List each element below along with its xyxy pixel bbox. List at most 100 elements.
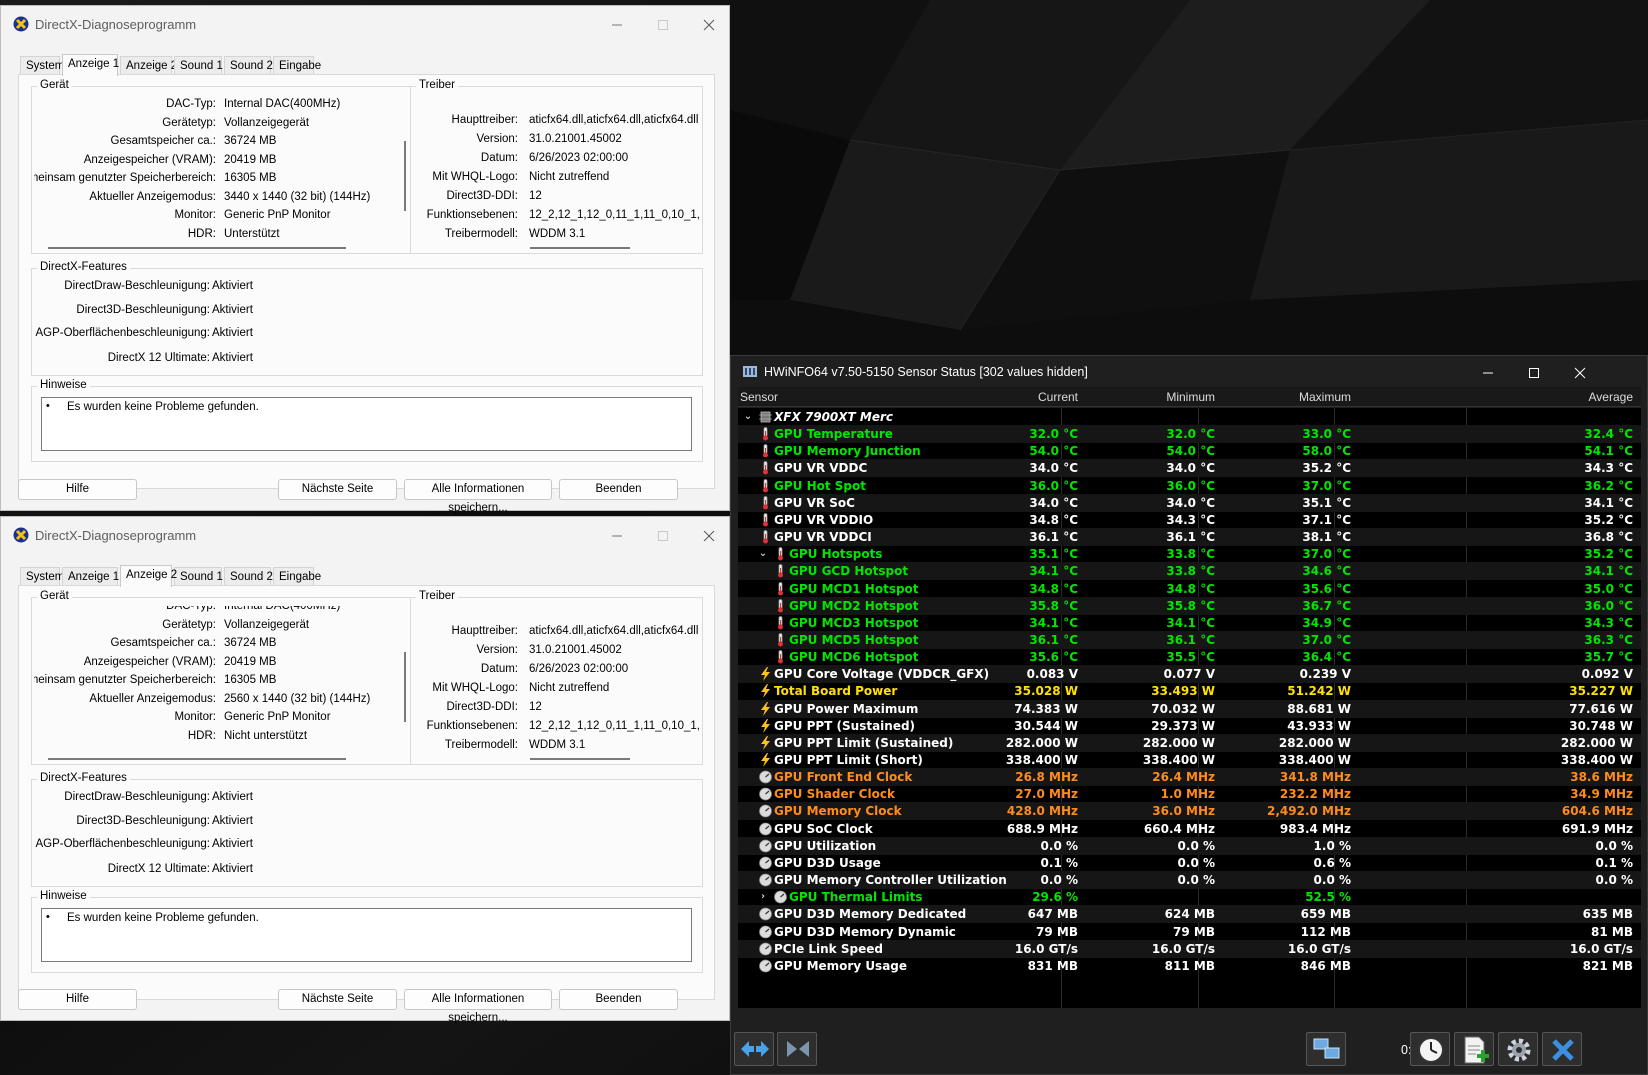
sensor-current-value: 0.1 % — [1040, 855, 1078, 870]
sensor-row[interactable]: GPU PPT Limit (Sustained) 282.000 W 282.00… — [738, 733, 1641, 752]
device-horizontal-scrollbar[interactable] — [48, 758, 346, 760]
tab-sound-1[interactable]: Sound 1 — [174, 56, 223, 75]
save-all-information-button[interactable]: Alle Informationen speichern... — [404, 479, 552, 514]
tab-sound-2[interactable]: Sound 2 — [224, 56, 273, 75]
sensor-row[interactable]: GPU VR VDDCI 36.1 °C 36.1 °C 38.1 °C 36.8 °C — [738, 528, 1641, 547]
notes-textbox[interactable]: • Es wurden keine Probleme gefunden. — [41, 397, 692, 451]
tab-anzeige-2[interactable]: Anzeige 2 — [120, 565, 177, 587]
notes-textbox[interactable]: • Es wurden keine Probleme gefunden. — [41, 908, 692, 962]
expand-chevron-icon[interactable]: › — [757, 888, 769, 906]
sensor-row[interactable]: PCIe Link Speed 16.0 GT/s 16.0 GT/s 16.0 GT… — [738, 939, 1641, 958]
collapse-arrows-button[interactable] — [777, 1032, 817, 1066]
device-horizontal-scrollbar[interactable] — [48, 247, 346, 249]
dxdiag-minimize-button[interactable] — [594, 523, 640, 549]
sensor-minimum-value: 36.0 MHz — [1152, 804, 1215, 819]
tab-anzeige-2[interactable]: Anzeige 2 — [120, 56, 177, 75]
sensor-row[interactable]: GPU Memory Junction 54.0 °C 54.0 °C 58.0 °C… — [738, 442, 1641, 460]
sensor-row[interactable]: GPU MCD5 Hotspot 36.1 °C 36.1 °C 37.0 °C 36.… — [738, 630, 1641, 649]
sensor-row[interactable]: GPU MCD6 Hotspot 35.6 °C 35.5 °C 36.4 °C 35.… — [738, 648, 1641, 666]
device-info-key: Gerätetyp: — [162, 618, 216, 631]
sensor-row[interactable]: GPU Utilization 0.0 % 0.0 % 1.0 % 0.0 % — [738, 836, 1641, 855]
sensor-row[interactable]: GPU PPT (Sustained) 30.544 W 29.373 W 43.93… — [738, 717, 1641, 735]
navigate-arrows-button[interactable] — [734, 1032, 774, 1066]
sensor-row[interactable]: GPU Temperature 32.0 °C 32.0 °C 33.0 °C 32.4… — [738, 425, 1641, 444]
sensor-row[interactable]: GPU MCD1 Hotspot 34.8 °C 34.8 °C 35.6 °C 35.… — [738, 580, 1641, 598]
settings-button[interactable] — [1498, 1032, 1538, 1066]
column-header-minimum[interactable]: Minimum — [1166, 390, 1215, 404]
tab-eingabe[interactable]: Eingabe — [273, 567, 321, 586]
sensor-row[interactable]: GPU VR VDDIO 34.8 °C 34.3 °C 37.1 °C 35.2 °C — [738, 511, 1641, 529]
sensor-row[interactable]: GPU Hot Spot 36.0 °C 36.0 °C 37.0 °C 36.2 °C — [738, 477, 1641, 495]
dxdiag-minimize-button[interactable] — [594, 12, 640, 38]
sensor-row[interactable]: GPU MCD2 Hotspot 35.8 °C 35.8 °C 36.7 °C 36.… — [738, 596, 1641, 615]
sensor-row[interactable]: GPU Memory Controller Utilization 0.0 % 0.… — [738, 871, 1641, 890]
sensor-row[interactable]: GPU D3D Memory Dedicated 647 MB 624 MB 659 … — [738, 905, 1641, 924]
sensor-row[interactable]: Total Board Power 35.028 W 33.493 W 51.242 … — [738, 682, 1641, 700]
driver-horizontal-scrollbar[interactable] — [530, 758, 630, 760]
exit-button[interactable] — [1542, 1032, 1582, 1066]
sensor-row[interactable]: GPU Memory Clock 428.0 MHz 36.0 MHz 2,492.0… — [738, 802, 1641, 821]
sensor-row[interactable]: GPU Power Maximum 74.383 W 70.032 W 88.681 … — [738, 699, 1641, 718]
device-vertical-scrollbar[interactable] — [404, 652, 406, 722]
logging-button[interactable] — [1454, 1032, 1494, 1066]
network-button[interactable] — [1306, 1032, 1346, 1066]
hwinfo-minimize-button[interactable] — [1465, 360, 1511, 386]
tab-anzeige-1[interactable]: Anzeige 1 — [62, 54, 119, 76]
column-header-average[interactable]: Average — [1589, 390, 1633, 404]
dxdiag-maximize-button[interactable] — [640, 12, 686, 38]
sensor-maximum-value: 88.681 W — [1287, 701, 1351, 716]
dxdiag-close-button[interactable] — [686, 12, 732, 38]
sensor-row[interactable]: GPU Memory Usage 831 MB 811 MB 846 MB 821 MB — [738, 957, 1641, 975]
sensor-row[interactable]: GPU MCD3 Hotspot 34.1 °C 34.1 °C 34.9 °C 34.… — [738, 614, 1641, 632]
sensor-average-value: 36.2 °C — [1584, 478, 1633, 493]
help-button[interactable]: Hilfe — [18, 479, 137, 500]
tab-system[interactable]: System — [20, 567, 64, 586]
dxdiag-close-button[interactable] — [686, 523, 732, 549]
sensor-row[interactable]: GPU GCD Hotspot 34.1 °C 33.8 °C 34.6 °C 34.1… — [738, 562, 1641, 581]
device-info-list[interactable]: DAC-Typ: Internal DAC(400MHz) Gerätetyp: Vo… — [34, 606, 386, 752]
exit-button[interactable]: Beenden — [559, 989, 678, 1010]
tab-eingabe[interactable]: Eingabe — [273, 56, 321, 75]
hwinfo-close-button[interactable] — [1557, 360, 1603, 386]
device-info-row: DAC-Typ: Internal DAC(400MHz) — [34, 606, 386, 616]
device-vertical-scrollbar[interactable] — [404, 141, 406, 211]
collapse-chevron-icon[interactable]: ⌄ — [742, 408, 754, 426]
driver-info-list[interactable]: Haupttreiber: aticfx64.dll,aticfx64.dll,a… — [413, 111, 699, 249]
column-header-maximum[interactable]: Maximum — [1299, 390, 1351, 404]
sensor-row[interactable]: GPU Core Voltage (VDDCR_GFX) 0.083 V 0.077… — [738, 665, 1641, 684]
sensor-current-value: 16.0 GT/s — [1014, 941, 1078, 956]
hwinfo-titlebar[interactable]: HWiNFO64 v7.50-5150 Sensor Status [302 v… — [731, 356, 1647, 388]
sensor-row[interactable]: GPU Front End Clock 26.8 MHz 26.4 MHz 341.8… — [738, 768, 1641, 787]
sensor-row[interactable]: › GPU Thermal Limits 29.6 % 52.5 % — [738, 888, 1641, 906]
hwinfo-maximize-button[interactable] — [1511, 360, 1557, 386]
sensor-row[interactable]: GPU PPT Limit (Short) 338.400 W 338.400 W 3… — [738, 751, 1641, 769]
tab-sound-1[interactable]: Sound 1 — [174, 567, 223, 586]
sensor-row[interactable]: GPU VR VDDC 34.0 °C 34.0 °C 35.2 °C 34.3 °C — [738, 459, 1641, 478]
collapse-chevron-icon[interactable]: ⌄ — [757, 545, 769, 563]
column-header-current[interactable]: Current — [1038, 390, 1078, 404]
column-header-sensor[interactable]: Sensor — [740, 390, 778, 404]
driver-horizontal-scrollbar[interactable] — [530, 247, 630, 249]
sensor-device-row[interactable]: ⌄ XFX 7900XT Merc — [738, 408, 1641, 426]
tab-system[interactable]: System — [20, 56, 64, 75]
sensor-row[interactable]: ⌄ GPU Hotspots 35.1 °C 33.8 °C 37.0 °C 35.2 °… — [738, 545, 1641, 563]
sensor-row[interactable]: GPU SoC Clock 688.9 MHz 660.4 MHz 983.4 MHz… — [738, 820, 1641, 838]
device-info-list[interactable]: DAC-Typ: Internal DAC(400MHz) Gerätetyp: Vo… — [34, 95, 386, 241]
sensor-row[interactable]: GPU D3D Usage 0.1 % 0.0 % 0.6 % 0.1 % — [738, 854, 1641, 872]
driver-info-list[interactable]: Haupttreiber: aticfx64.dll,aticfx64.dll,a… — [413, 622, 699, 760]
sensor-row[interactable]: GPU Shader Clock 27.0 MHz 1.0 MHz 232.2 MHz… — [738, 785, 1641, 803]
close-icon — [1574, 367, 1586, 379]
save-all-information-button[interactable]: Alle Informationen speichern... — [404, 989, 552, 1024]
dxdiag-maximize-button[interactable] — [640, 523, 686, 549]
dxdiag-titlebar[interactable]: DirectX-Diagnoseprogramm — [1, 6, 729, 42]
dxdiag-titlebar[interactable]: DirectX-Diagnoseprogramm — [1, 517, 729, 553]
tab-sound-2[interactable]: Sound 2 — [224, 567, 273, 586]
tab-anzeige-1[interactable]: Anzeige 1 — [62, 567, 119, 586]
sensor-row[interactable]: GPU D3D Memory Dynamic 79 MB 79 MB 112 MB 81… — [738, 923, 1641, 941]
help-button[interactable]: Hilfe — [18, 989, 137, 1010]
next-page-button[interactable]: Nächste Seite — [278, 989, 397, 1010]
exit-button[interactable]: Beenden — [559, 479, 678, 500]
next-page-button[interactable]: Nächste Seite — [278, 479, 397, 500]
sensor-row[interactable]: GPU VR SoC 34.0 °C 34.0 °C 35.1 °C 34.1 °C — [738, 493, 1641, 512]
clock-button[interactable] — [1410, 1032, 1450, 1066]
